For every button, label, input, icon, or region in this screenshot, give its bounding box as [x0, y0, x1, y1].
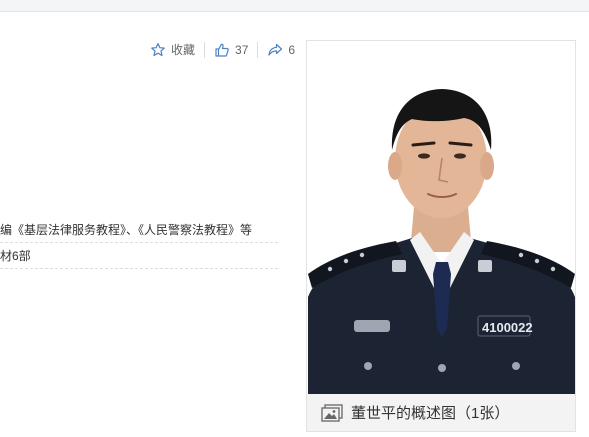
like-button[interactable]: 37: [214, 42, 248, 58]
badge-number: 4100022: [482, 320, 533, 335]
share-count: 6: [288, 43, 296, 57]
share-button[interactable]: 6: [267, 42, 295, 58]
album-caption-text: 董世平的概述图（1张）: [351, 405, 510, 422]
share-icon: [268, 43, 283, 56]
dashed-divider: [0, 242, 278, 243]
favorite-label: 收藏: [171, 43, 196, 57]
top-bar: [0, 0, 589, 12]
officer-portrait-image: 4100022: [308, 42, 575, 394]
action-bar: 收藏 37 6: [150, 41, 295, 59]
portrait-photo[interactable]: 4100022: [308, 42, 575, 394]
favorite-button[interactable]: 收藏: [150, 42, 195, 58]
text-line: 编《基层法律服务教程》、《人民警察法教程》等: [0, 223, 253, 237]
album-card[interactable]: 4100022 董世平的概述图（1张）: [306, 40, 576, 432]
star-icon: [151, 43, 165, 57]
text-line: 材6部: [0, 249, 31, 263]
album-caption[interactable]: 董世平的概述图（1张）: [307, 394, 575, 431]
divider: [204, 42, 206, 58]
dashed-divider: [0, 268, 278, 269]
image-gallery-icon: [321, 403, 343, 422]
like-count: 37: [235, 43, 249, 57]
thumbs-up-icon: [215, 43, 229, 57]
divider: [257, 42, 259, 58]
